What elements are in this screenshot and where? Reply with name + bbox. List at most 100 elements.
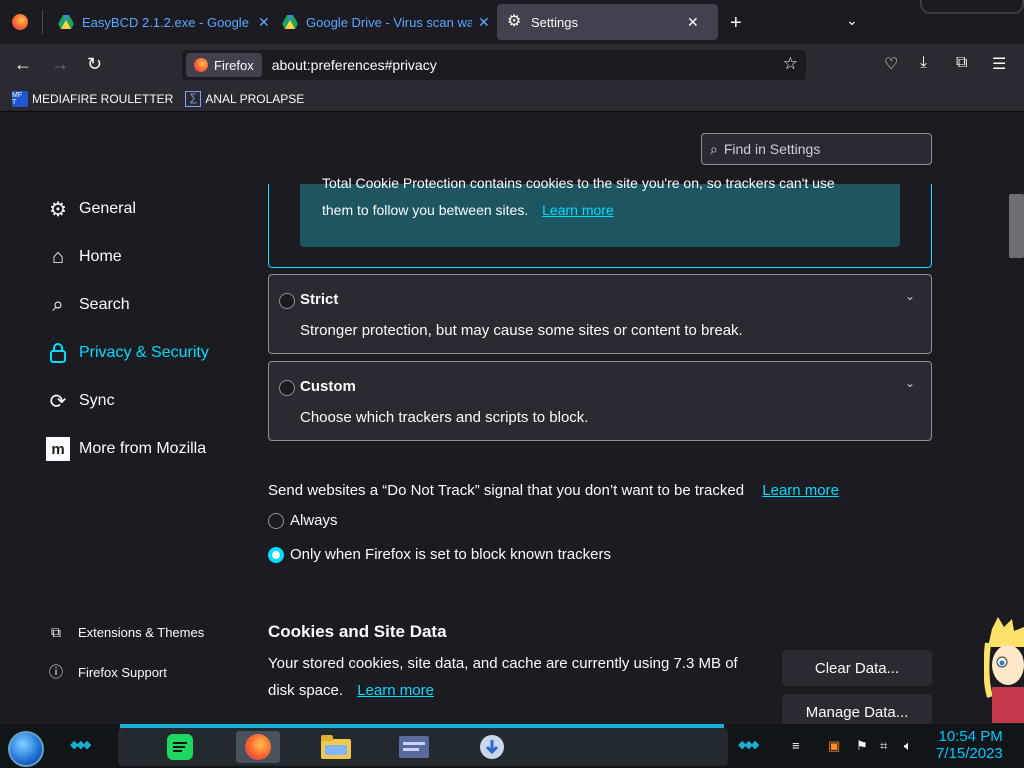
bookmark-label: MEDIAFIRE ROULETTER bbox=[32, 91, 174, 106]
custom-radio[interactable] bbox=[279, 380, 295, 396]
find-in-settings-input[interactable]: ⌕ Find in Settings bbox=[701, 133, 932, 165]
manage-data-button[interactable]: Manage Data... bbox=[782, 694, 932, 724]
category-label: Home bbox=[79, 248, 122, 265]
category-home[interactable]: ⌂ Home bbox=[46, 245, 122, 269]
close-tab-icon[interactable]: ✕ bbox=[478, 14, 490, 31]
footer-firefox-support[interactable]: ⓘ Firefox Support bbox=[48, 662, 167, 682]
close-tab-icon[interactable]: ✕ bbox=[687, 14, 699, 31]
sync-icon: ⟳ bbox=[49, 390, 67, 413]
clear-data-button[interactable]: Clear Data... bbox=[782, 650, 932, 686]
action-center-flag-icon[interactable]: ⚑ bbox=[856, 738, 868, 754]
chevron-down-icon[interactable]: ⌄ bbox=[905, 376, 915, 390]
url-text[interactable]: about:preferences#privacy bbox=[272, 57, 437, 73]
url-bar[interactable]: Firefox about:preferences#privacy ☆ bbox=[182, 50, 806, 80]
bookmark-anal-prolapse[interactable]: ∑ ANAL PROLAPSE bbox=[185, 90, 305, 107]
dnt-label: Send websites a “Do Not Track” signal th… bbox=[268, 482, 745, 499]
radio-label: Always bbox=[290, 512, 338, 529]
start-orb-button[interactable] bbox=[8, 731, 44, 767]
sigma-icon: ∑ bbox=[185, 90, 202, 107]
search-icon: ⌕ bbox=[52, 293, 64, 316]
folder-icon bbox=[321, 735, 351, 759]
cookies-description: Your stored cookies, site data, and cach… bbox=[268, 650, 748, 704]
pocket-icon[interactable]: ♡ bbox=[884, 54, 898, 74]
learn-more-link[interactable]: Learn more bbox=[762, 482, 839, 499]
radio-button[interactable] bbox=[268, 512, 284, 529]
strict-protection-option[interactable]: Strict Stronger protection, but may caus… bbox=[268, 274, 932, 354]
search-icon: ⌕ bbox=[710, 140, 718, 157]
section-heading: Cookies and Site Data bbox=[268, 622, 447, 641]
tab-title: Google Drive - Virus scan warning bbox=[306, 14, 472, 30]
window-icon bbox=[399, 736, 429, 758]
decoration-chevrons: ◆◆◆ bbox=[70, 739, 91, 751]
taskbar-app-firefox[interactable] bbox=[236, 731, 280, 763]
tab-easybcd[interactable]: EasyBCD 2.1.2.exe - Google Drive ✕ bbox=[48, 4, 280, 40]
gear-icon: ⚙ bbox=[49, 198, 67, 221]
hamburger-menu-icon[interactable]: ☰ bbox=[992, 54, 1006, 74]
learn-more-link[interactable]: Learn more bbox=[542, 202, 614, 218]
scrollbar-thumb[interactable] bbox=[1009, 194, 1024, 258]
category-more-from-mozilla[interactable]: m More from Mozilla bbox=[46, 437, 206, 461]
dnt-option-only-when-blocking[interactable]: Only when Firefox is set to block known … bbox=[268, 546, 611, 563]
taskbar-app-installer[interactable] bbox=[470, 731, 514, 763]
bookmark-label: ANAL PROLAPSE bbox=[205, 91, 305, 106]
category-label: Privacy & Security bbox=[79, 344, 209, 361]
system-clock[interactable]: 10:54 PM 7/15/2023 bbox=[936, 728, 1003, 762]
footer-label: Firefox Support bbox=[78, 664, 167, 680]
network-icon[interactable]: ⌗ bbox=[880, 738, 887, 754]
search-placeholder: Find in Settings bbox=[723, 141, 821, 157]
category-privacy-security[interactable]: Privacy & Security bbox=[46, 341, 209, 365]
tab-title: EasyBCD 2.1.2.exe - Google Drive bbox=[82, 14, 252, 30]
downloads-icon[interactable]: ⤓ bbox=[920, 54, 927, 72]
tab-settings[interactable]: ⚙ Settings ✕ bbox=[497, 4, 718, 40]
help-icon: ⓘ bbox=[49, 664, 63, 680]
lock-icon bbox=[46, 341, 70, 365]
decoration-chevrons: ◆◆◆ bbox=[738, 739, 759, 751]
reload-icon[interactable]: ↻ bbox=[87, 54, 102, 75]
firefox-menu-icon[interactable] bbox=[12, 14, 28, 30]
gear-icon: ⚙ bbox=[507, 13, 522, 30]
new-tab-button[interactable]: + bbox=[730, 12, 742, 35]
back-arrow-icon[interactable]: ← bbox=[14, 54, 32, 75]
identity-box[interactable]: Firefox bbox=[186, 53, 262, 77]
tab-title: Settings bbox=[531, 14, 578, 30]
dnt-option-always[interactable]: Always bbox=[268, 512, 338, 529]
category-general[interactable]: ⚙ General bbox=[46, 197, 136, 221]
installer-icon bbox=[480, 735, 504, 759]
radio-button-selected[interactable] bbox=[268, 546, 284, 563]
show-desktop-icon[interactable]: ≡ bbox=[792, 738, 800, 753]
do-not-track-row: Send websites a “Do Not Track” signal th… bbox=[268, 482, 839, 499]
tab-strip: EasyBCD 2.1.2.exe - Google Drive ✕ Googl… bbox=[0, 0, 1024, 44]
taskbar-app-file-explorer[interactable] bbox=[314, 731, 358, 763]
category-search[interactable]: ⌕ Search bbox=[46, 293, 129, 317]
clock-date: 7/15/2023 bbox=[936, 745, 1003, 762]
custom-protection-option[interactable]: Custom Choose which trackers and scripts… bbox=[268, 361, 932, 441]
spotify-icon bbox=[167, 734, 193, 760]
firefox-logo-icon bbox=[194, 58, 208, 72]
extensions-puzzle-icon[interactable]: ⧉ bbox=[956, 54, 967, 72]
footer-label: Extensions & Themes bbox=[78, 625, 205, 640]
taskbar: ◆◆◆ ◆◆◆ ≡ ▣ ⚑ ⌗ 🔈︎ 10:54 PM 7/15/2023 bbox=[0, 724, 1024, 768]
footer-extensions-themes[interactable]: ⧉ Extensions & Themes bbox=[48, 624, 204, 641]
google-drive-icon bbox=[282, 15, 298, 29]
bookmarks-toolbar: MF T MEDIAFIRE ROULETTER ∑ ANAL PROLAPSE bbox=[0, 86, 1024, 112]
forward-arrow-icon[interactable]: → bbox=[51, 54, 69, 75]
tab-google-drive-virus-scan[interactable]: Google Drive - Virus scan warning ✕ bbox=[272, 4, 500, 40]
bookmark-star-icon[interactable]: ☆ bbox=[783, 54, 798, 74]
volume-icon[interactable]: 🔈︎ bbox=[904, 738, 912, 754]
bookmark-mediafire[interactable]: MF T MEDIAFIRE ROULETTER bbox=[12, 90, 174, 107]
category-sync[interactable]: ⟳ Sync bbox=[46, 389, 115, 413]
learn-more-link[interactable]: Learn more bbox=[357, 682, 434, 699]
puzzle-icon: ⧉ bbox=[51, 624, 61, 640]
firefox-icon bbox=[245, 734, 271, 760]
taskbar-app-window[interactable] bbox=[392, 731, 436, 763]
list-all-tabs-chevron-icon[interactable]: ⌄ bbox=[846, 12, 858, 29]
window-decoration bbox=[920, 0, 1024, 14]
google-drive-icon bbox=[58, 15, 74, 29]
taskbar-app-spotify[interactable] bbox=[158, 731, 202, 763]
cartoon-character-sticker bbox=[984, 617, 1024, 723]
close-tab-icon[interactable]: ✕ bbox=[258, 14, 270, 31]
identity-label: Firefox bbox=[214, 57, 254, 73]
strict-radio[interactable] bbox=[279, 293, 295, 309]
tray-app-icon[interactable]: ▣ bbox=[828, 738, 840, 754]
chevron-down-icon[interactable]: ⌄ bbox=[905, 289, 915, 303]
